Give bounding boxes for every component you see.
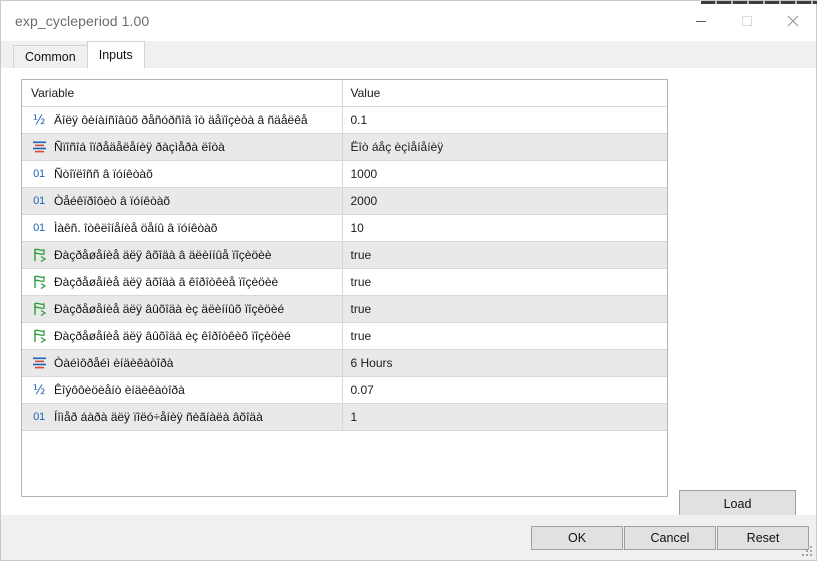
table-header-row: Variable Value bbox=[22, 80, 667, 107]
variable-cell-content: ½ Êîýôôèöèåíò èíäèêàòîðà bbox=[22, 377, 341, 403]
table-row[interactable]: Ðàçðåøåíèå äëÿ âõîäà â êîðîòêèå ïîçèöèè t… bbox=[22, 268, 667, 296]
variable-label: Ðàçðåøåíèå äëÿ âõîäà â äëèííûå ïîçèöèè bbox=[54, 248, 272, 262]
tab-inputs[interactable]: Inputs bbox=[86, 41, 145, 68]
variable-label: Êîýôôèöèåíò èíäèêàòîðà bbox=[54, 383, 185, 397]
cell-value[interactable]: true bbox=[342, 322, 667, 350]
variable-cell-content: 01 Òåéêïðîôèò â ïóíêòàõ bbox=[22, 188, 341, 214]
panel-inputs: Variable Value ½ Äîëÿ ôèíàíñîâûõ ðåñóðñîâ… bbox=[1, 68, 816, 555]
cell-variable[interactable]: Ñïîñîá îïðåäåëåíèÿ ðàçìåðà ëîòà bbox=[22, 133, 343, 161]
variable-cell-content: 01 Íîìåð áàðà äëÿ ïîëó÷åíèÿ ñèãíàëà âõîäà bbox=[22, 404, 341, 430]
integer-icon: 01 bbox=[33, 168, 45, 180]
title-bar[interactable]: exp_cycleperiod 1.00 bbox=[1, 1, 816, 41]
table-row[interactable]: ½ Êîýôôèöèåíò èíäèêàòîðà 0.07 bbox=[22, 376, 667, 404]
table-row[interactable]: Ðàçðåøåíèå äëÿ âûõîäà èç äëèííûõ ïîçèöèé… bbox=[22, 295, 667, 323]
cell-value[interactable]: 10 bbox=[342, 214, 667, 242]
cancel-button[interactable]: Cancel bbox=[624, 526, 716, 550]
variable-label: Äîëÿ ôèíàíñîâûõ ðåñóðñîâ îò äåïîçèòà â ñ… bbox=[54, 113, 308, 127]
integer-icon: 01 bbox=[33, 195, 45, 207]
close-icon bbox=[787, 15, 799, 27]
cell-variable[interactable]: Òàéìôðåéì èíäèêàòîðà bbox=[22, 349, 343, 377]
window-top-strip bbox=[701, 1, 817, 4]
variable-label: Òàéìôðåéì èíäèêàòîðà bbox=[54, 356, 174, 370]
cell-value[interactable]: 0.07 bbox=[342, 376, 667, 404]
flag-icon bbox=[30, 274, 48, 290]
cell-value[interactable]: 1 bbox=[342, 403, 667, 431]
variable-label: Ñòîïëîññ â ïóíêòàõ bbox=[54, 167, 153, 181]
variable-cell-content: Òàéìôðåéì èíäèêàòîðà bbox=[22, 350, 341, 376]
inputs-table-element: Variable Value ½ Äîëÿ ôèíàíñîâûõ ðåñóðñîâ… bbox=[22, 80, 667, 431]
dialog-window: exp_cycleperiod 1.00 Common Inputs Varia… bbox=[0, 0, 817, 561]
reset-button[interactable]: Reset bbox=[717, 526, 809, 550]
flag-icon bbox=[30, 247, 48, 263]
table-row[interactable]: 01 Ìàêñ. îòêëîíåíèå öåíû â ïóíêòàõ 10 bbox=[22, 214, 667, 242]
cell-value[interactable]: Ëîò áåç èçìåíåíèÿ bbox=[342, 133, 667, 161]
cell-variable[interactable]: 01 Ìàêñ. îòêëîíåíèå öåíû â ïóíêòàõ bbox=[22, 214, 343, 242]
table-row[interactable]: Ðàçðåøåíèå äëÿ âõîäà â äëèííûå ïîçèöèè tr… bbox=[22, 241, 667, 269]
cell-variable[interactable]: 01 Íîìåð áàðà äëÿ ïîëó÷åíèÿ ñèãíàëà âõîäà bbox=[22, 403, 343, 431]
window-controls bbox=[678, 1, 816, 41]
variable-cell-content: Ðàçðåøåíèå äëÿ âûõîäà èç äëèííûõ ïîçèöèé bbox=[22, 296, 341, 322]
cell-variable[interactable]: 01 Ñòîïëîññ â ïóíêòàõ bbox=[22, 160, 343, 188]
table-row[interactable]: Ñïîñîá îïðåäåëåíèÿ ðàçìåðà ëîòà Ëîò áåç è… bbox=[22, 133, 667, 161]
cell-variable[interactable]: ½ Äîëÿ ôèíàíñîâûõ ðåñóðñîâ îò äåïîçèòà â … bbox=[22, 106, 343, 134]
variable-label: Òåéêïðîôèò â ïóíêòàõ bbox=[54, 194, 171, 208]
cell-variable[interactable]: Ðàçðåøåíèå äëÿ âûõîäà èç äëèííûõ ïîçèöèé bbox=[22, 295, 343, 323]
variable-label: Ðàçðåøåíèå äëÿ âõîäà â êîðîòêèå ïîçèöèè bbox=[54, 275, 279, 289]
window-title: exp_cycleperiod 1.00 bbox=[15, 13, 150, 29]
ok-button[interactable]: OK bbox=[531, 526, 623, 550]
minimize-icon bbox=[696, 21, 706, 22]
variable-cell-content: Ðàçðåøåíèå äëÿ âûõîäà èç êîðîòêèõ ïîçèöè… bbox=[22, 323, 341, 349]
cell-value[interactable]: 2000 bbox=[342, 187, 667, 215]
variable-label: Ðàçðåøåíèå äëÿ âûõîäà èç äëèííûõ ïîçèöèé bbox=[54, 302, 285, 316]
cell-variable[interactable]: 01 Òåéêïðîôèò â ïóíêòàõ bbox=[22, 187, 343, 215]
variable-cell-content: ½ Äîëÿ ôèíàíñîâûõ ðåñóðñîâ îò äåïîçèòà â … bbox=[22, 107, 341, 133]
variable-cell-content: Ðàçðåøåíèå äëÿ âõîäà â êîðîòêèå ïîçèöèè bbox=[22, 269, 341, 295]
cell-value[interactable]: true bbox=[342, 295, 667, 323]
column-header-value[interactable]: Value bbox=[342, 80, 667, 107]
enum-icon bbox=[30, 355, 48, 371]
inputs-table[interactable]: Variable Value ½ Äîëÿ ôèíàíñîâûõ ðåñóðñîâ… bbox=[21, 79, 668, 497]
variable-label: Ìàêñ. îòêëîíåíèå öåíû â ïóíêòàõ bbox=[54, 221, 218, 235]
dialog-footer: OK Cancel Reset bbox=[1, 515, 816, 560]
fraction-icon: ½ bbox=[32, 112, 46, 128]
table-row[interactable]: 01 Ñòîïëîññ â ïóíêòàõ 1000 bbox=[22, 160, 667, 188]
table-row[interactable]: 01 Òåéêïðîôèò â ïóíêòàõ 2000 bbox=[22, 187, 667, 215]
cell-value[interactable]: true bbox=[342, 268, 667, 296]
cell-variable[interactable]: ½ Êîýôôèöèåíò èíäèêàòîðà bbox=[22, 376, 343, 404]
fraction-icon: ½ bbox=[32, 382, 46, 398]
variable-cell-content: Ðàçðåøåíèå äëÿ âõîäà â äëèííûå ïîçèöèè bbox=[22, 242, 341, 268]
cell-variable[interactable]: Ðàçðåøåíèå äëÿ âõîäà â äëèííûå ïîçèöèè bbox=[22, 241, 343, 269]
variable-label: Íîìåð áàðà äëÿ ïîëó÷åíèÿ ñèãíàëà âõîäà bbox=[54, 410, 263, 424]
table-row[interactable]: Òàéìôðåéì èíäèêàòîðà 6 Hours bbox=[22, 349, 667, 377]
table-body: ½ Äîëÿ ôèíàíñîâûõ ðåñóðñîâ îò äåïîçèòà â … bbox=[22, 106, 667, 431]
variable-cell-content: 01 Ñòîïëîññ â ïóíêòàõ bbox=[22, 161, 341, 187]
minimize-button[interactable] bbox=[678, 1, 724, 41]
flag-icon bbox=[30, 328, 48, 344]
table-row[interactable]: ½ Äîëÿ ôèíàíñîâûõ ðåñóðñîâ îò äåïîçèòà â … bbox=[22, 106, 667, 134]
cell-variable[interactable]: Ðàçðåøåíèå äëÿ âõîäà â êîðîòêèå ïîçèöèè bbox=[22, 268, 343, 296]
variable-cell-content: 01 Ìàêñ. îòêëîíåíèå öåíû â ïóíêòàõ bbox=[22, 215, 341, 241]
variable-label: Ñïîñîá îïðåäåëåíèÿ ðàçìåðà ëîòà bbox=[54, 140, 225, 154]
load-button[interactable]: Load bbox=[679, 490, 796, 517]
table-row[interactable]: Ðàçðåøåíèå äëÿ âûõîäà èç êîðîòêèõ ïîçèöè… bbox=[22, 322, 667, 350]
integer-icon: 01 bbox=[33, 222, 45, 234]
cell-value[interactable]: 6 Hours bbox=[342, 349, 667, 377]
table-row[interactable]: 01 Íîìåð áàðà äëÿ ïîëó÷åíèÿ ñèãíàëà âõîäà… bbox=[22, 403, 667, 431]
column-header-variable[interactable]: Variable bbox=[22, 80, 343, 107]
variable-label: Ðàçðåøåíèå äëÿ âûõîäà èç êîðîòêèõ ïîçèöè… bbox=[54, 329, 291, 343]
close-button[interactable] bbox=[770, 1, 816, 41]
maximize-button[interactable] bbox=[724, 1, 770, 41]
cell-variable[interactable]: Ðàçðåøåíèå äëÿ âûõîäà èç êîðîòêèõ ïîçèöè… bbox=[22, 322, 343, 350]
cell-value[interactable]: true bbox=[342, 241, 667, 269]
cell-value[interactable]: 1000 bbox=[342, 160, 667, 188]
maximize-icon bbox=[742, 16, 752, 26]
resize-grip-icon[interactable] bbox=[801, 545, 813, 557]
integer-icon: 01 bbox=[33, 411, 45, 423]
tab-strip: Common Inputs bbox=[1, 41, 816, 68]
variable-cell-content: Ñïîñîá îïðåäåëåíèÿ ðàçìåðà ëîòà bbox=[22, 134, 341, 160]
tab-common[interactable]: Common bbox=[13, 45, 88, 68]
enum-icon bbox=[30, 139, 48, 155]
cell-value[interactable]: 0.1 bbox=[342, 106, 667, 134]
flag-icon bbox=[30, 301, 48, 317]
